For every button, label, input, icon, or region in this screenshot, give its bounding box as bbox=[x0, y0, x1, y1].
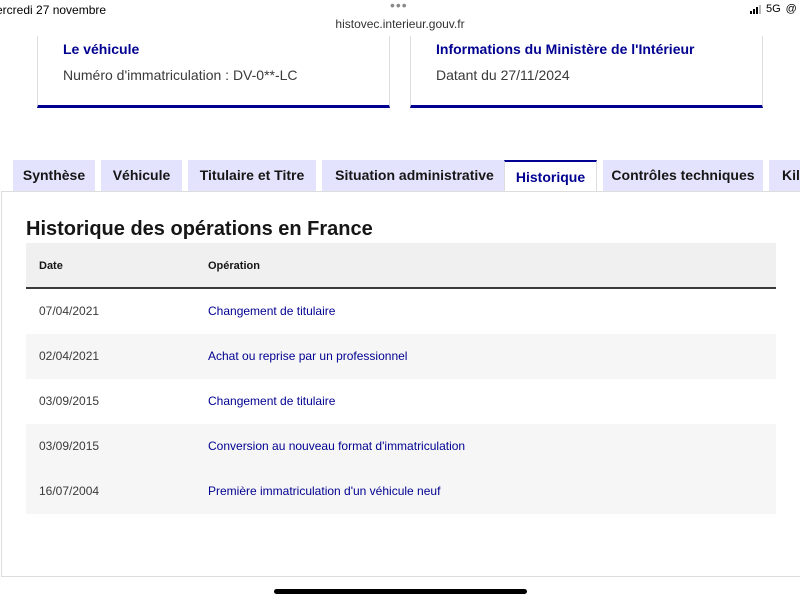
status-extra: @ 6 bbox=[785, 3, 800, 15]
status-date: ercredi 27 novembre bbox=[0, 3, 107, 17]
status-indicators: 5G @ 6 bbox=[749, 3, 800, 15]
page-title: Historique des opérations en France bbox=[26, 218, 373, 240]
column-header-date: Date bbox=[39, 260, 63, 272]
table-row: 02/04/2021 Achat ou reprise par un profe… bbox=[26, 334, 776, 379]
row-operation: Achat ou reprise par un professionnel bbox=[208, 349, 408, 363]
home-indicator[interactable] bbox=[274, 589, 527, 594]
tab-kilometrage[interactable]: Kilo bbox=[769, 160, 800, 191]
network-label: 5G bbox=[765, 3, 781, 15]
row-operation: Conversion au nouveau format d'immatricu… bbox=[208, 439, 466, 453]
registration-number: Numéro d'immatriculation : DV-0**-LC bbox=[63, 67, 298, 83]
signal-icon bbox=[749, 4, 761, 14]
tab-situation-administrative[interactable]: Situation administrative bbox=[322, 160, 507, 191]
vehicle-card: Le véhicule Numéro d'immatriculation : D… bbox=[37, 36, 390, 108]
tab-historique[interactable]: Historique bbox=[504, 160, 597, 193]
tab-controles-techniques[interactable]: Contrôles techniques bbox=[603, 160, 763, 191]
tab-synthese[interactable]: Synthèse bbox=[13, 160, 95, 191]
table-row: 03/09/2015 Conversion au nouveau format … bbox=[26, 424, 776, 469]
row-operation: Changement de titulaire bbox=[208, 394, 336, 408]
ministry-card-title: Informations du Ministère de l'Intérieur bbox=[436, 41, 695, 57]
row-date: 16/07/2004 bbox=[39, 484, 100, 498]
table-row: 03/09/2015 Changement de titulaire bbox=[26, 379, 776, 424]
table-row: 07/04/2021 Changement de titulaire bbox=[26, 289, 776, 334]
table-header: Date Opération bbox=[26, 243, 776, 289]
more-dots-icon[interactable]: ••• bbox=[390, 0, 408, 13]
row-date: 03/09/2015 bbox=[39, 439, 100, 453]
ministry-info-card: Informations du Ministère de l'Intérieur… bbox=[410, 36, 763, 108]
tab-bar: Synthèse Véhicule Titulaire et Titre Sit… bbox=[13, 160, 800, 193]
row-operation: Première immatriculation d'un véhicule n… bbox=[208, 484, 441, 498]
history-panel: Historique des opérations en France Date… bbox=[1, 191, 800, 577]
row-date: 02/04/2021 bbox=[39, 349, 100, 363]
tab-titulaire-titre[interactable]: Titulaire et Titre bbox=[188, 160, 316, 191]
history-table: Date Opération 07/04/2021 Changement de … bbox=[26, 243, 776, 514]
address-bar-url[interactable]: histovec.interieur.gouv.fr bbox=[0, 17, 800, 31]
status-bar: ercredi 27 novembre ••• histovec.interie… bbox=[0, 0, 800, 38]
tab-vehicule[interactable]: Véhicule bbox=[101, 160, 182, 191]
ministry-card-date: Datant du 27/11/2024 bbox=[436, 67, 570, 83]
vehicle-card-title: Le véhicule bbox=[63, 41, 140, 57]
table-row: 16/07/2004 Première immatriculation d'un… bbox=[26, 469, 776, 514]
row-date: 07/04/2021 bbox=[39, 304, 100, 318]
row-date: 03/09/2015 bbox=[39, 394, 100, 408]
column-header-operation: Opération bbox=[208, 260, 260, 272]
row-operation: Changement de titulaire bbox=[208, 304, 336, 318]
